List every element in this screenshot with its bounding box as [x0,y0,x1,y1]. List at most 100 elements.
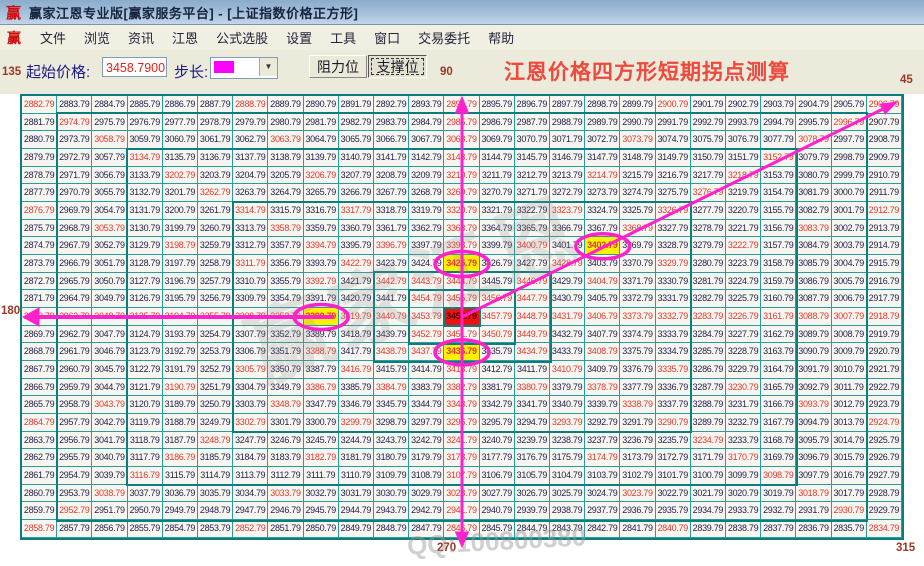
grid-cell: 2930.79 [831,502,867,521]
grid-cell: 2986.79 [479,113,515,132]
grid-cell: 3161.79 [761,308,797,326]
menu-item-交易委托[interactable]: 交易委托 [409,26,479,49]
grid-cell: 3135.79 [162,149,198,167]
angle-label-270: 270 [437,542,457,554]
grid-cell: 3006.79 [831,290,867,309]
grid-cell: 2951.79 [92,502,128,521]
grid-cell: 3285.79 [690,343,726,362]
grid-cell: 3019.79 [761,484,797,503]
grid-cell: 2850.79 [303,520,339,538]
grid-cell: 2955.79 [57,449,93,468]
grid-cell: 3424.79 [409,255,445,273]
chevron-down-icon[interactable]: ▼ [259,58,277,76]
grid-cell: 3039.79 [92,467,128,485]
grid-cell: 3148.79 [620,149,656,167]
grid-cell: 3050.79 [92,272,128,291]
grid-cell: 3177.79 [479,449,515,468]
grid-cell: 3090.79 [796,343,832,362]
grid-cell: 3100.79 [690,467,726,485]
gann-square-grid-container: 2882.79 2883.79 2884.79 2885.79 2886.79 2887.… [20,94,904,561]
menu-item-公式选股[interactable]: 公式选股 [207,26,277,49]
grid-cell: 3281.79 [690,272,726,291]
grid-cell: 3435.79 [479,343,515,362]
angle-label-90: 90 [440,66,453,78]
menu-item-帮助[interactable]: 帮助 [479,26,523,49]
grid-cell: 3225.79 [726,290,762,309]
menu-item-窗口[interactable]: 窗口 [365,26,409,49]
start-price-input[interactable] [102,57,167,77]
grid-cell: 3208.79 [374,166,410,185]
grid-cell: 3237.79 [585,431,621,450]
grid-cell: 3375.79 [620,343,656,362]
grid-cell: 3190.79 [162,378,198,397]
grid-cell: 3399.79 [479,237,515,256]
grid-cell: 3264.79 [268,184,304,203]
grid-cell: 3117.79 [127,449,163,468]
grid-cell: 2931.79 [796,502,832,521]
menu-item-工具[interactable]: 工具 [321,26,365,49]
grid-cell: 2893.79 [409,96,445,114]
support-button-pressed[interactable]: 支撑位 [368,55,427,78]
grid-cell: 3428.79 [550,255,586,273]
grid-cell: 3160.79 [761,290,797,309]
grid-cell: 2836.79 [796,520,832,538]
step-color-dropdown[interactable]: ▼ [210,57,278,79]
grid-cell: 3337.79 [655,396,691,415]
grid-cell: 3360.79 [338,219,374,238]
grid-cell: 3416.79 [338,361,374,379]
grid-cell: 3032.79 [303,484,339,503]
grid-cell: 3187.79 [162,431,198,450]
grid-cell: 3321.79 [479,202,515,220]
grid-cell: 3443.79 [409,272,445,291]
grid-cell: 3324.79 [585,202,621,220]
grid-cell: 3056.79 [92,166,128,185]
grid-cell: 3442.79 [374,272,410,291]
grid-cell: 3109.79 [374,467,410,485]
grid-cell: 2938.79 [550,502,586,521]
grid-cell: 3010.79 [831,361,867,379]
grid-cell: 3313.79 [233,219,269,238]
grid-cell: 3009.79 [831,343,867,362]
grid-cell: 2909.79 [866,149,902,167]
grid-cell: 2859.79 [22,502,58,521]
grid-cell: 3126.79 [127,290,163,309]
grid-cell: 3250.79 [198,396,234,415]
resistance-button[interactable]: 阻力位 [309,55,367,78]
grid-cell: 3329.79 [655,255,691,273]
grid-cell: 3276.79 [690,184,726,203]
grid-cell: 3063.79 [268,131,304,150]
grid-cell: 3213.79 [550,166,586,185]
grid-cell: 3426.79 [479,255,515,273]
grid-cell: 3067.79 [409,131,445,150]
grid-cell: 3017.79 [831,484,867,503]
grid-cell: 3096.79 [796,449,832,468]
menu-item-设置[interactable]: 设置 [277,26,321,49]
grid-cell: 2961.79 [57,343,93,362]
grid-cell: 3367.79 [585,219,621,238]
grid-cell: 3138.79 [268,149,304,167]
grid-cell: 2895.79 [479,96,515,114]
menu-item-资讯[interactable]: 资讯 [119,26,163,49]
grid-cell: 3287.79 [690,378,726,397]
grid-cell: 3402.79 [585,237,621,256]
grid-cell: 3393.79 [303,255,339,273]
grid-cell: 3136.79 [198,149,234,167]
grid-cell: 3372.79 [620,290,656,309]
grid-cell: 2920.79 [866,343,902,362]
menu-item-江恩[interactable]: 江恩 [163,26,207,49]
grid-cell: 2999.79 [831,166,867,185]
grid-cell: 3182.79 [303,449,339,468]
grid-cell: 3015.79 [831,449,867,468]
menu-item-文件[interactable]: 文件 [31,26,75,49]
grid-cell: 2922.79 [866,378,902,397]
grid-cell: 3256.79 [198,290,234,309]
grid-cell: 3169.79 [761,449,797,468]
grid-cell: 3278.79 [690,219,726,238]
grid-cell: 3381.79 [479,378,515,397]
grid-cell: 2858.79 [22,520,58,538]
grid-cell: 3152.79 [761,149,797,167]
grid-cell: 2847.79 [409,520,445,538]
grid-cell: 3172.79 [655,449,691,468]
menu-item-浏览[interactable]: 浏览 [75,26,119,49]
grid-cell: 3116.79 [127,467,163,485]
